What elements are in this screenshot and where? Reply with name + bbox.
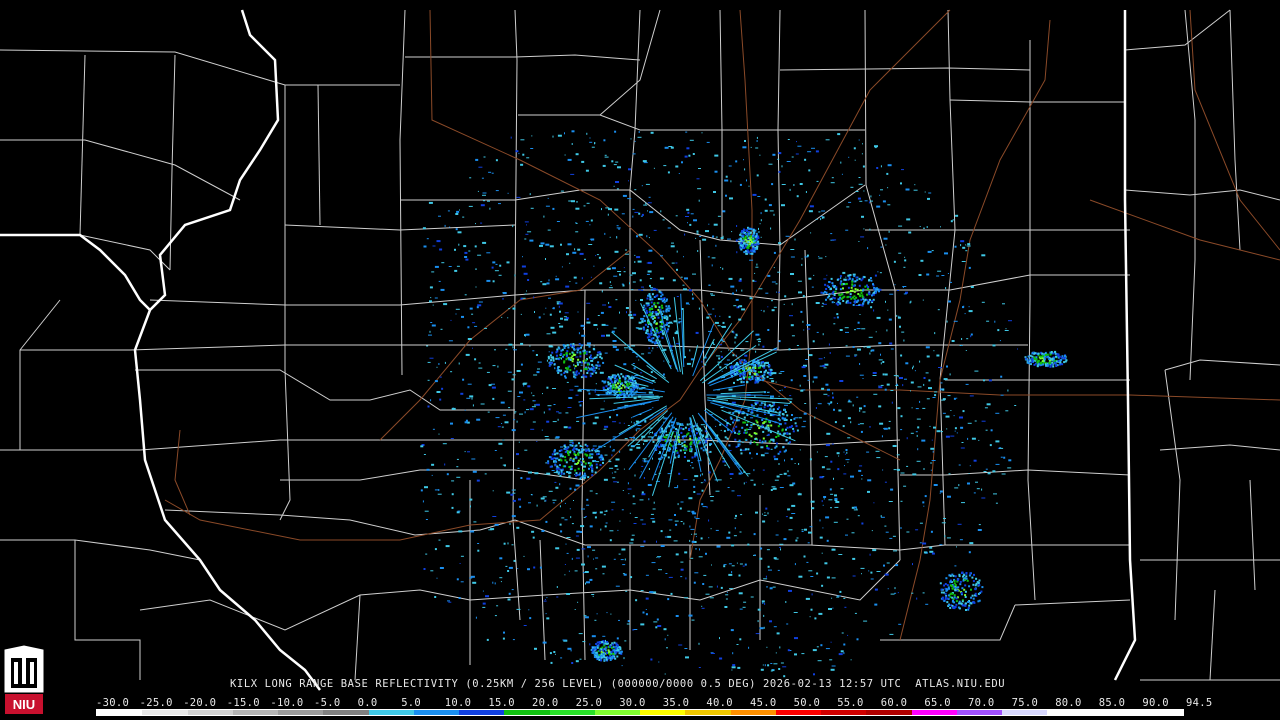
colorbar-segment bbox=[413, 710, 459, 715]
colorbar-segment bbox=[685, 710, 731, 715]
colorbar-segment bbox=[459, 710, 505, 715]
colorbar-segment bbox=[278, 710, 324, 715]
scale-tick-label: 55.0 bbox=[837, 697, 864, 709]
colorbar-segment bbox=[549, 710, 595, 715]
logo-text: NIU bbox=[13, 697, 35, 712]
product-caption: KILX LONG RANGE BASE REFLECTIVITY (0.25K… bbox=[230, 678, 1006, 690]
colorbar-segment bbox=[142, 710, 188, 715]
scale-tick-label: 10.0 bbox=[444, 697, 472, 709]
scale-tick-label: 15.0 bbox=[488, 697, 515, 709]
scale-tick-label: 5.0 bbox=[401, 697, 422, 709]
colorbar-segment bbox=[821, 710, 867, 715]
scale-tick-label: -10.0 bbox=[270, 697, 304, 709]
scale-tick-label: -25.0 bbox=[139, 697, 173, 709]
scale-tick-label: 65.0 bbox=[924, 697, 951, 709]
colorbar-segment bbox=[911, 710, 957, 715]
niu-logo[interactable]: NIU bbox=[2, 644, 46, 718]
scale-tick-label: 30.0 bbox=[619, 697, 646, 709]
scale-tick-label: 60.0 bbox=[880, 697, 908, 709]
scale-tick-label: 80.0 bbox=[1055, 697, 1082, 709]
scale-tick-label: 90.0 bbox=[1142, 697, 1169, 709]
colorbar-segment bbox=[1092, 710, 1138, 715]
colorbar-segment bbox=[368, 710, 414, 715]
scale-tick-label: 85.0 bbox=[1098, 697, 1126, 709]
scale-tick-label: -5.0 bbox=[314, 697, 341, 709]
scale-tick-label: 50.0 bbox=[793, 697, 821, 709]
colorbar-segment bbox=[775, 710, 821, 715]
colorbar-segment bbox=[730, 710, 776, 715]
reflectivity-colorbar bbox=[96, 709, 1184, 716]
state-borders bbox=[0, 9, 1137, 691]
radar-map[interactable] bbox=[0, 0, 1280, 720]
colorbar-segment bbox=[504, 710, 550, 715]
colorbar-segment bbox=[640, 710, 686, 715]
scale-tick-label: -15.0 bbox=[226, 697, 260, 709]
scale-tick-label: 0.0 bbox=[357, 697, 378, 709]
colorbar-segment bbox=[187, 710, 233, 715]
scale-tick-label: 20.0 bbox=[532, 697, 559, 709]
colorbar-segment bbox=[97, 710, 143, 715]
scale-tick-label: 75.0 bbox=[1011, 697, 1039, 709]
scale-tick-label: 35.0 bbox=[662, 697, 690, 709]
county-boundaries bbox=[0, 9, 1280, 681]
scale-tick-label: 70.0 bbox=[968, 697, 995, 709]
scale-tick-label: -30.0 bbox=[96, 697, 130, 709]
scale-tick-label: 25.0 bbox=[575, 697, 603, 709]
scale-tick-labels: -30.0 -25.0 -20.0 -15.0 -10.0 -5.0 0.0 5.0 10.0 1… bbox=[96, 697, 1212, 709]
scale-tick-label: -20.0 bbox=[183, 697, 217, 709]
colorbar-segment bbox=[594, 710, 640, 715]
scale-tick-label: 94.5 bbox=[1186, 697, 1213, 709]
colorbar-segment bbox=[1047, 710, 1093, 715]
colorbar-segment bbox=[232, 710, 278, 715]
colorbar-segment bbox=[956, 710, 1002, 715]
colorbar-segment bbox=[866, 710, 912, 715]
colorbar-segment bbox=[1137, 710, 1183, 715]
scale-tick-label: 45.0 bbox=[750, 697, 777, 709]
scale-tick-label: 40.0 bbox=[706, 697, 733, 709]
colorbar-segment bbox=[323, 710, 369, 715]
colorbar-segment bbox=[1002, 710, 1048, 715]
